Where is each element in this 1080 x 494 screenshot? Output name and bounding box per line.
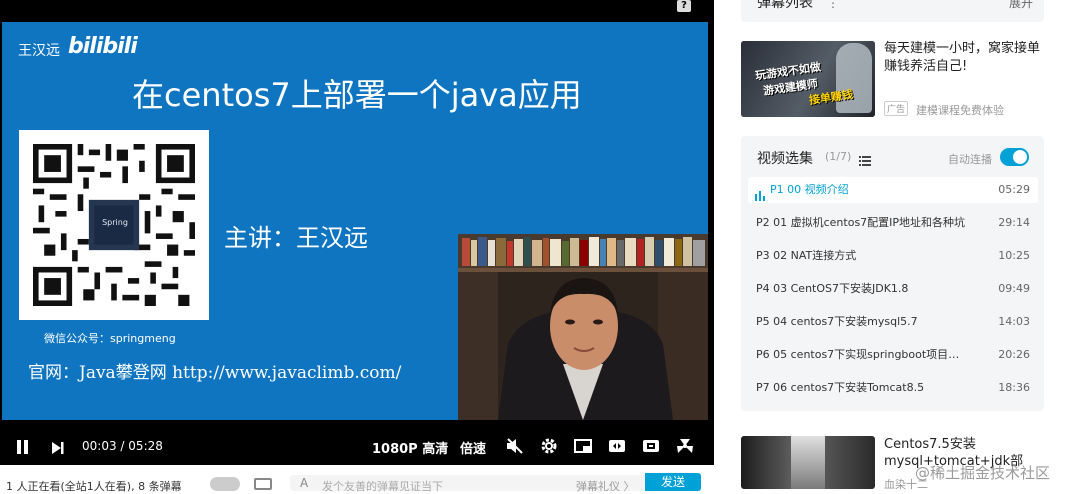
ad-source: 建模课程免费体验 — [916, 104, 1004, 117]
expand-link[interactable]: 展开 — [1009, 0, 1033, 11]
webcam-overlay — [458, 234, 708, 420]
playlist-item-duration: 09:49 — [998, 282, 1030, 295]
autoplay-toggle[interactable] — [1000, 148, 1029, 166]
presenter-video — [458, 234, 708, 420]
uploader-watermark: 王汉远 — [18, 43, 60, 59]
total-time: 05:28 — [128, 439, 163, 453]
danmaku-list-header[interactable]: 弹幕列表 ⋮ 展开 — [741, 0, 1044, 22]
qr-caption: 微信公众号：springmeng — [44, 332, 176, 345]
playlist-count: (1/7) — [825, 150, 852, 163]
recommend-thumbnail[interactable] — [741, 436, 875, 489]
ad-title[interactable]: 每天建模一小时，窝家接单赚钱养活自己! — [884, 40, 1044, 76]
pause-icon[interactable] — [16, 440, 30, 454]
website-label: 官网：Java攀登网 http://www.javaclimb.com/ — [28, 363, 402, 383]
danmaku-list-label: 弹幕列表 — [757, 0, 813, 11]
playlist-title: 视频选集 — [757, 151, 813, 167]
speaker-label: 主讲：王汉远 — [224, 224, 368, 252]
playing-indicator-icon — [755, 185, 765, 201]
playlist-item-duration: 10:25 — [998, 249, 1030, 262]
send-button[interactable]: 发送 — [645, 473, 701, 491]
time-display: 00:03 / 05:28 — [82, 439, 163, 453]
playlist-item[interactable]: P6 05 centos7下实现springboot项目开机自启动 20:26 — [748, 342, 1038, 368]
playlist-item-label: P6 05 centos7下实现springboot项目开机自启动 — [756, 348, 961, 361]
playlist-item-label: P7 06 centos7下安装Tomcat8.5 — [756, 381, 925, 394]
slide-title: 在centos7上部署一个java应用 — [132, 76, 582, 114]
playlist-item-duration: 18:36 — [998, 381, 1030, 394]
time-separator: / — [120, 439, 125, 453]
playlist-list-icon[interactable] — [859, 151, 871, 166]
speed-button[interactable]: 倍速 — [460, 438, 486, 457]
ad-card[interactable]: 玩游戏不如做 游戏建模师 接单赚钱 每天建模一小时，窝家接单赚钱养活自己! 广告… — [741, 40, 1044, 120]
playlist-item[interactable]: P7 06 centos7下安装Tomcat8.5 18:36 — [748, 375, 1038, 401]
fullscreen-icon[interactable] — [676, 437, 694, 459]
danmaku-placeholder: 发个友善的弹幕见证当下 — [322, 480, 443, 493]
bilibili-logo: bilibili — [68, 34, 138, 59]
danmaku-list-menu-icon[interactable]: ⋮ — [827, 0, 839, 10]
help-icon[interactable]: ? — [677, 0, 691, 12]
playlist-item[interactable]: P5 04 centos7下安装mysql5.7 14:03 — [748, 309, 1038, 335]
web-fullscreen-icon[interactable] — [642, 438, 660, 458]
playlist-item[interactable]: P4 03 CentOS7下安装JDK1.8 09:49 — [748, 276, 1038, 302]
player-sending-bar: 1 人正在看(全站1人在看), 8 条弹幕 A 发个友善的弹幕见证当下 弹幕礼仪… — [0, 465, 714, 493]
current-time: 00:03 — [82, 439, 117, 453]
playlist-item-duration: 29:14 — [998, 216, 1030, 229]
viewer-count: 1 人正在看(全站1人在看), 8 条弹幕 — [6, 480, 182, 493]
playlist-item[interactable]: P2 01 虚拟机centos7配置IP地址和各种坑 29:14 — [748, 210, 1038, 236]
qr-center-logo: Spring — [102, 218, 128, 227]
settings-gear-icon[interactable] — [540, 437, 558, 459]
playlist-item[interactable]: P3 02 NAT连接方式 10:25 — [748, 243, 1038, 269]
danmaku-etiquette-link[interactable]: 弹幕礼仪 〉 — [576, 478, 635, 494]
playlist-item-label: P3 02 NAT连接方式 — [756, 249, 857, 262]
playlist-panel: 视频选集 (1/7) 自动连播 P1 00 视频介绍 05:29 P2 01 虚… — [741, 136, 1044, 411]
playlist-item-label: P2 01 虚拟机centos7配置IP地址和各种坑 — [756, 216, 966, 229]
pip-icon[interactable] — [574, 438, 592, 458]
playlist-item-duration: 05:29 — [998, 183, 1030, 196]
next-icon[interactable] — [51, 440, 65, 454]
quality-button[interactable]: 1080P 高清 — [372, 438, 448, 457]
playlist-item[interactable]: P1 00 视频介绍 05:29 — [748, 177, 1038, 203]
widescreen-icon[interactable] — [608, 438, 626, 458]
playlist-item-label: P1 00 视频介绍 — [770, 183, 849, 196]
video-frame[interactable]: 王汉远 bilibili 在centos7上部署一个java应用 Spring … — [2, 22, 708, 420]
playlist-item-duration: 14:03 — [998, 315, 1030, 328]
mute-icon[interactable] — [506, 438, 524, 458]
player-top-bar: ? — [0, 0, 714, 22]
danmaku-settings-icon[interactable] — [254, 478, 272, 490]
autoplay-label: 自动连播 — [948, 153, 992, 166]
playlist-item-label: P5 04 centos7下安装mysql5.7 — [756, 315, 918, 328]
site-watermark: @稀土掘金技术社区 — [915, 464, 1051, 482]
video-player[interactable]: ? 王汉远 bilibili 在centos7上部署一个java应用 Sprin… — [0, 0, 714, 493]
danmaku-style-icon[interactable]: A — [300, 476, 308, 490]
ad-badge: 广告 — [884, 101, 909, 116]
playlist-item-duration: 20:26 — [998, 348, 1030, 361]
playlist-item-label: P4 03 CentOS7下安装JDK1.8 — [756, 282, 909, 295]
qr-code: Spring — [19, 130, 209, 320]
player-controls: 00:03 / 05:28 1080P 高清 倍速 — [0, 427, 714, 465]
ad-thumbnail[interactable]: 玩游戏不如做 游戏建模师 接单赚钱 — [741, 41, 875, 117]
